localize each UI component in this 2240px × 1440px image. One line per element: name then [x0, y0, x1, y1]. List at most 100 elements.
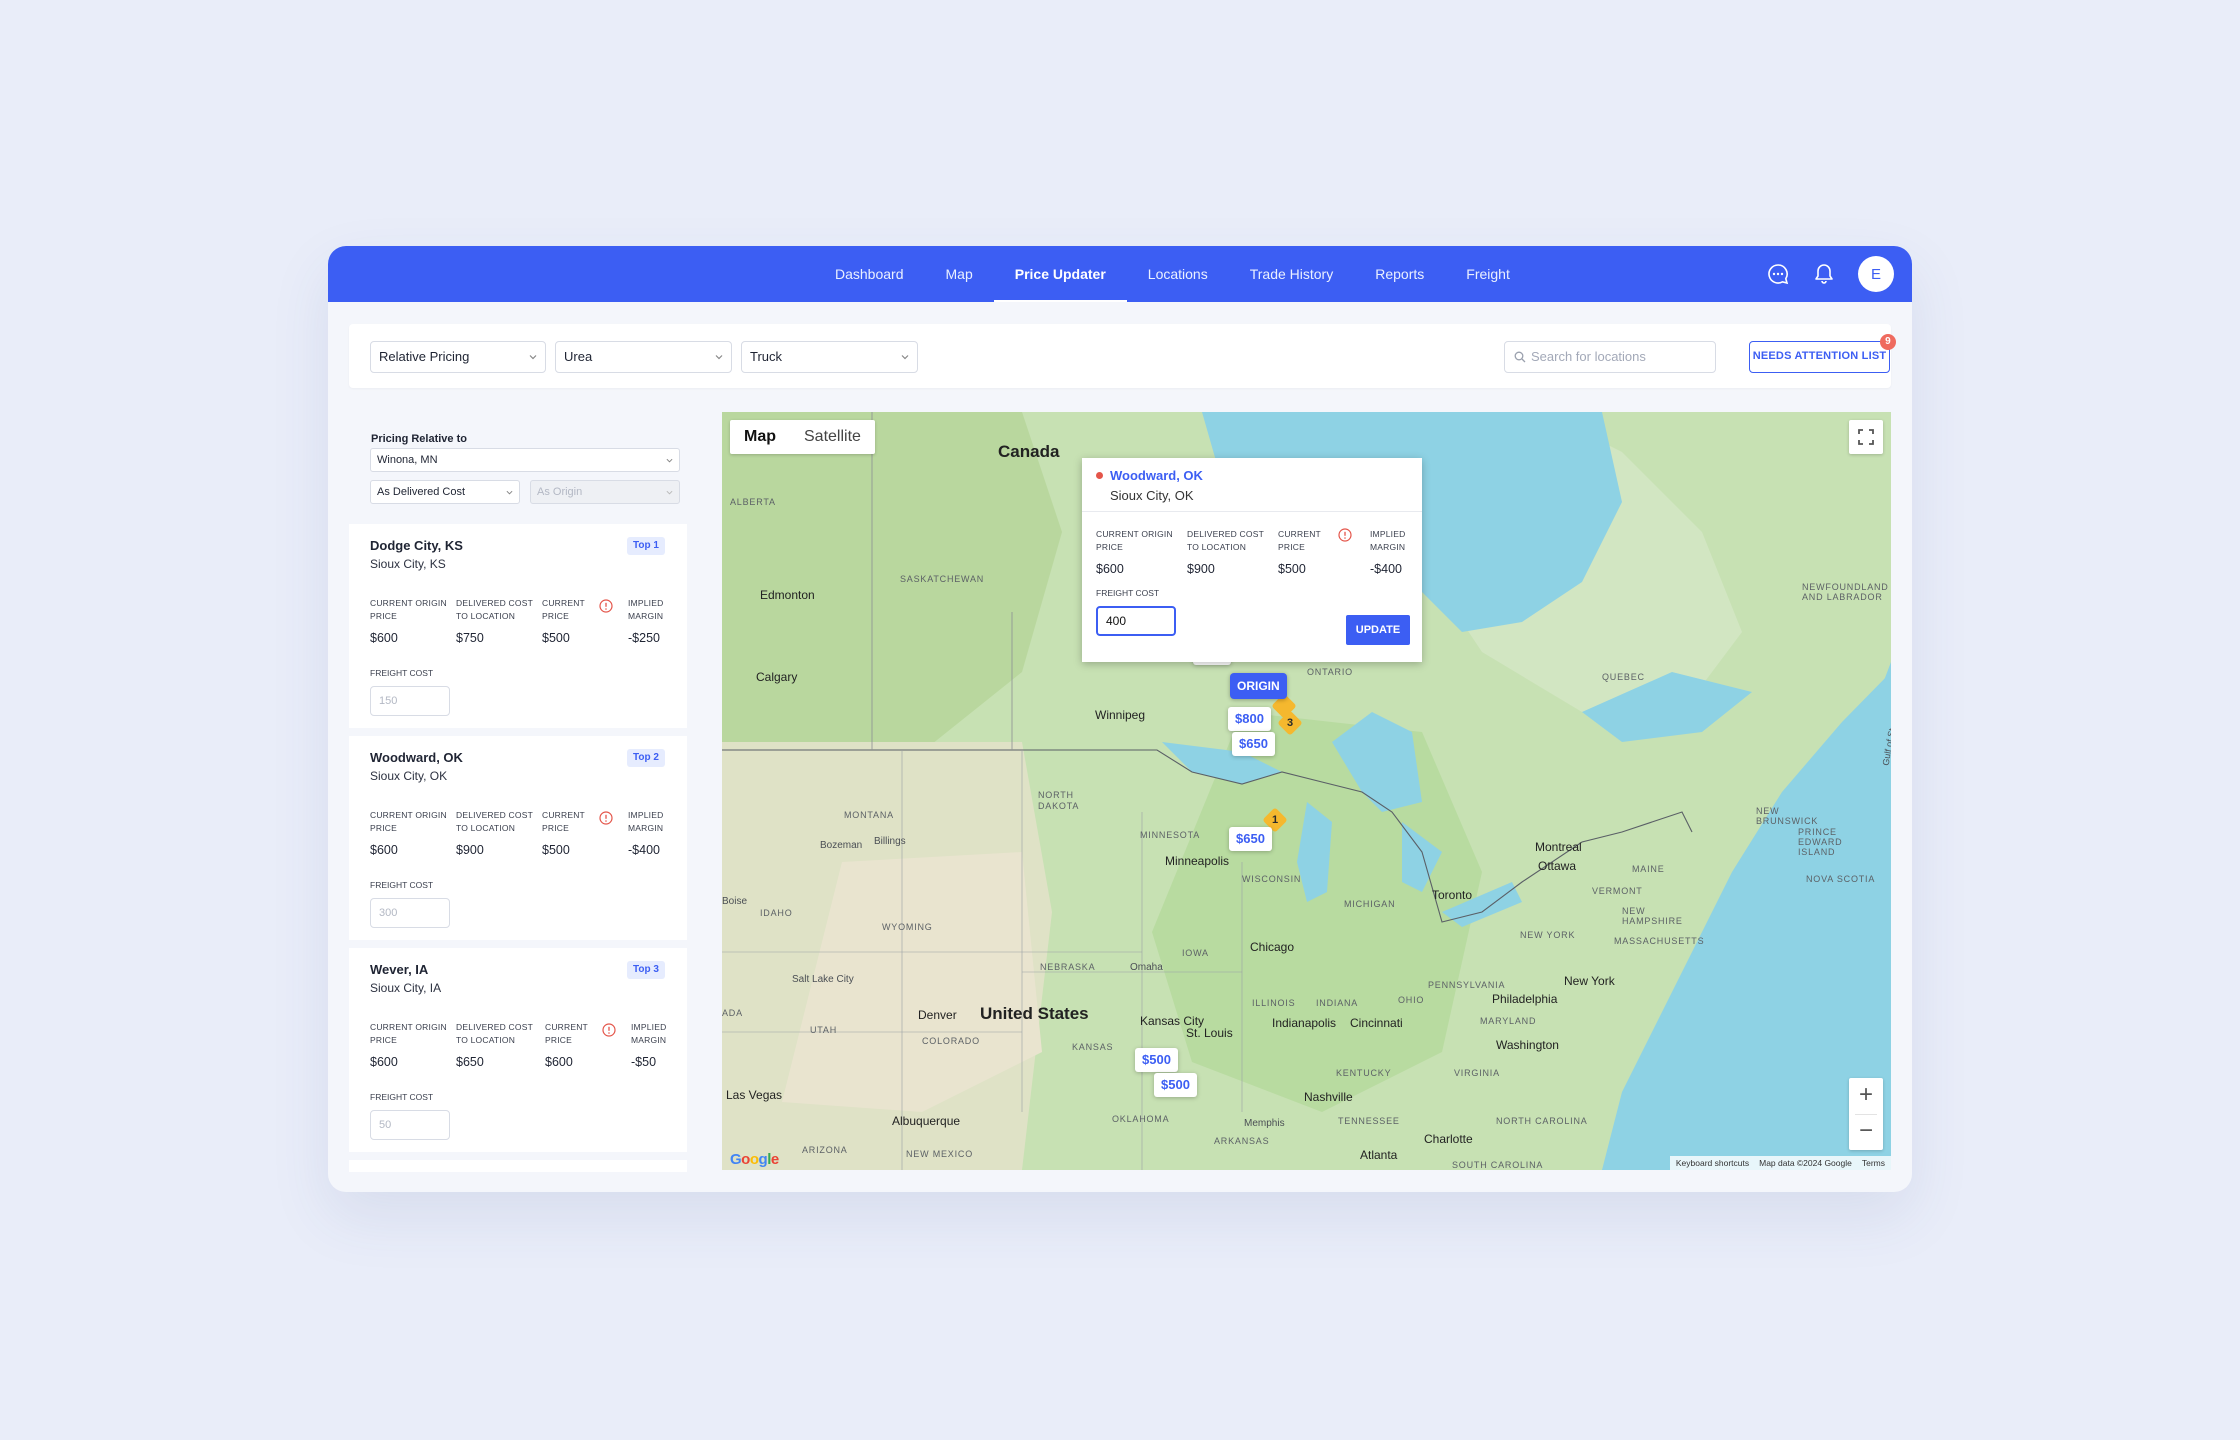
- origin-price-value: $600: [370, 843, 398, 857]
- popup-name[interactable]: Woodward, OK: [1110, 468, 1203, 483]
- nav-price-updater[interactable]: Price Updater: [993, 246, 1127, 302]
- price-pin[interactable]: $500: [1154, 1073, 1197, 1097]
- chat-icon[interactable]: [1766, 262, 1790, 286]
- cost-basis-select[interactable]: As Delivered Cost: [370, 480, 520, 504]
- map-toggle-satellite[interactable]: Satellite: [790, 420, 875, 454]
- map-type-toggle: Map Satellite: [730, 420, 875, 454]
- terms-link[interactable]: Terms: [1862, 1156, 1885, 1170]
- city-label: Toronto: [1432, 888, 1473, 902]
- search-icon: [1514, 351, 1526, 363]
- cluster-marker[interactable]: 3: [1277, 710, 1303, 736]
- origin-price-col: CURRENT ORIGIN PRICE $600: [1096, 528, 1176, 576]
- city-label: Edmonton: [760, 588, 815, 602]
- city-label: Billings: [874, 836, 906, 847]
- price-pin[interactable]: $650: [1229, 827, 1272, 851]
- pricing-mode-select[interactable]: Relative Pricing: [370, 341, 546, 373]
- nav-map[interactable]: Map: [925, 246, 994, 302]
- region-label: MONTANA: [844, 810, 894, 820]
- region-label: TENNESSEE: [1338, 1116, 1400, 1126]
- city-label: Philadelphia: [1492, 992, 1558, 1006]
- delivered-cost-value: $650: [456, 1055, 484, 1069]
- location-card[interactable]: [349, 1160, 687, 1172]
- warning-icon[interactable]: [1338, 528, 1352, 542]
- freight-cost-input[interactable]: 300: [370, 898, 450, 928]
- implied-margin-col: IMPLIED MARGIN -$400: [628, 809, 676, 857]
- warning-icon[interactable]: [602, 1023, 616, 1037]
- card-name: Wever, IA: [370, 962, 429, 977]
- origin-basis-value: As Origin: [537, 486, 583, 498]
- city-label: Washington: [1496, 1038, 1559, 1052]
- search-input[interactable]: Search for locations: [1504, 341, 1716, 373]
- region-label: NEBRASKA: [1040, 962, 1096, 972]
- region-label: QUEBEC: [1602, 672, 1645, 682]
- keyboard-shortcuts-link[interactable]: Keyboard shortcuts: [1676, 1156, 1749, 1170]
- freight-cost-input[interactable]: 150: [370, 686, 450, 716]
- location-dot-icon: [1096, 472, 1103, 479]
- filter-bar: Relative Pricing Urea Truck Search for l…: [349, 324, 1896, 388]
- warning-icon[interactable]: [599, 811, 613, 825]
- current-price-col: CURRENT PRICE $500: [542, 809, 588, 857]
- zoom-out-button[interactable]: −: [1849, 1114, 1883, 1150]
- delivered-cost-value: $750: [456, 631, 484, 645]
- popup-sub: Sioux City, OK: [1110, 488, 1194, 503]
- region-label: WISCONSIN: [1242, 874, 1302, 884]
- update-button[interactable]: UPDATE: [1346, 615, 1410, 645]
- delivered-cost-label: DELIVERED COST TO LOCATION: [1187, 529, 1264, 552]
- avatar[interactable]: E: [1858, 256, 1894, 292]
- nav-trade-history[interactable]: Trade History: [1229, 246, 1355, 302]
- implied-margin-label: IMPLIED MARGIN: [631, 1022, 667, 1045]
- region-label: ARIZONA: [802, 1145, 848, 1155]
- city-label: Memphis: [1244, 1118, 1285, 1129]
- country-label: Canada: [998, 442, 1060, 461]
- region-label: ARKANSAS: [1214, 1136, 1270, 1146]
- location-card[interactable]: Woodward, OK Sioux City, OK Top 2 CURREN…: [349, 736, 687, 940]
- region-label: MICHIGAN: [1344, 899, 1396, 909]
- freight-cost-label: FREIGHT COST: [370, 880, 434, 890]
- region-label: NEWFOUNDLAND AND LABRADOR: [1802, 582, 1889, 602]
- current-price-label: CURRENT PRICE: [542, 810, 585, 833]
- map-view[interactable]: Map Satellite + − Keyboard shortcuts Map…: [722, 412, 1891, 1170]
- price-pin[interactable]: $800: [1228, 707, 1271, 731]
- city-label: Cincinnati: [1350, 1016, 1403, 1030]
- delivered-cost-col: DELIVERED COST TO LOCATION $900: [1187, 528, 1267, 576]
- delivered-cost-value: $900: [456, 843, 484, 857]
- google-logo: Google: [730, 1151, 779, 1168]
- chevron-down-icon: [529, 355, 537, 360]
- nav-dashboard[interactable]: Dashboard: [814, 246, 925, 302]
- city-label: Las Vegas: [726, 1088, 783, 1102]
- freight-cost-input[interactable]: 400: [1096, 606, 1176, 636]
- warning-icon[interactable]: [599, 599, 613, 613]
- pricing-relative-label: Pricing Relative to: [371, 433, 467, 445]
- origin-marker[interactable]: ORIGIN: [1230, 673, 1287, 699]
- price-pin[interactable]: $650: [1232, 732, 1275, 756]
- zoom-in-button[interactable]: +: [1849, 1078, 1883, 1114]
- country-label: United States: [980, 1004, 1089, 1023]
- transport-select[interactable]: Truck: [741, 341, 918, 373]
- fullscreen-icon[interactable]: [1849, 420, 1883, 454]
- city-label: Salt Lake City: [792, 974, 854, 985]
- nav-reports[interactable]: Reports: [1354, 246, 1445, 302]
- card-sub: Sioux City, OK: [370, 769, 448, 783]
- origin-basis-select: As Origin: [530, 480, 680, 504]
- origin-price-label: CURRENT ORIGIN PRICE: [370, 1022, 447, 1045]
- locations-panel: Pricing Relative to Winona, MN As Delive…: [349, 412, 689, 1172]
- region-label: VIRGINIA: [1454, 1068, 1500, 1078]
- nav-locations[interactable]: Locations: [1127, 246, 1229, 302]
- chevron-down-icon: [901, 355, 909, 360]
- city-label: Omaha: [1130, 962, 1163, 973]
- current-price-label: CURRENT PRICE: [545, 1022, 588, 1045]
- bell-icon[interactable]: [1812, 262, 1836, 286]
- freight-cost-input[interactable]: 50: [370, 1110, 450, 1140]
- map-toggle-map[interactable]: Map: [730, 420, 790, 454]
- location-card[interactable]: Dodge City, KS Sioux City, KS Top 1 CURR…: [349, 524, 687, 728]
- relative-location-select[interactable]: Winona, MN: [370, 448, 680, 472]
- nav-freight[interactable]: Freight: [1445, 246, 1531, 302]
- price-pin[interactable]: $500: [1135, 1048, 1178, 1072]
- origin-price-value: $600: [1096, 562, 1124, 576]
- current-price-col: CURRENT PRICE $500: [542, 597, 588, 645]
- location-card[interactable]: Wever, IA Sioux City, IA Top 3 CURRENT O…: [349, 948, 687, 1152]
- attention-count-badge: 9: [1880, 334, 1896, 350]
- current-price-label: CURRENT PRICE: [1278, 529, 1321, 552]
- product-select[interactable]: Urea: [555, 341, 732, 373]
- needs-attention-button[interactable]: NEEDS ATTENTION LIST 9: [1749, 334, 1896, 373]
